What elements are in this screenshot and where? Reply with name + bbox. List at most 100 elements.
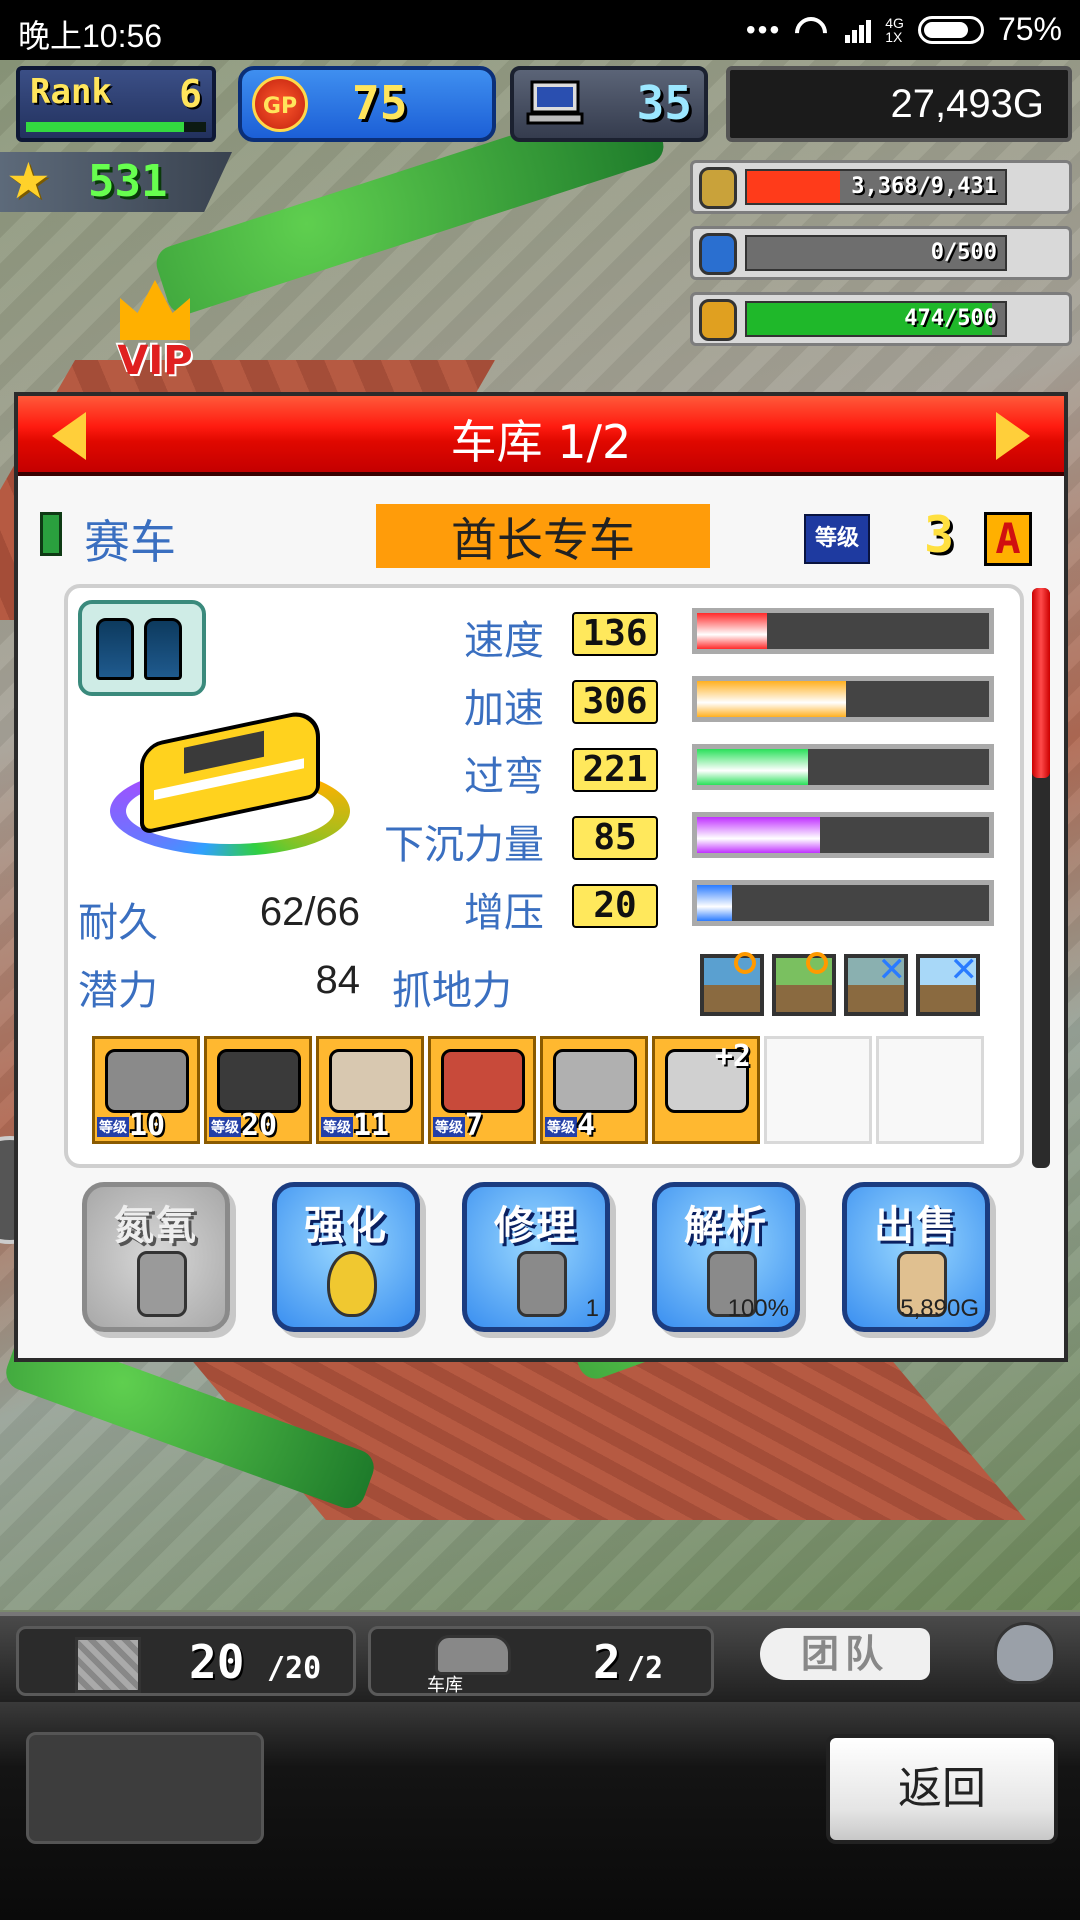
part-slot[interactable]: 等级 7 [428,1036,536,1144]
computer-icon [526,80,584,125]
action-button-2[interactable]: 修理 1 [462,1182,610,1332]
stat-bar [692,676,994,722]
resource-track: 474/500 [745,301,1007,337]
resource-text: 474/500 [904,306,997,331]
resource-text: 3,368/9,431 [851,174,997,199]
spoiler-icon [553,1049,637,1113]
golden-egg-icon [327,1251,377,1317]
bottom-bar: 20 /20 车库 2 /2 团队 [0,1612,1080,1706]
action-sub: 100% [727,1295,789,1322]
part-level: 7 [465,1108,484,1143]
part-slot[interactable]: 等级 11 [316,1036,424,1144]
part-slot[interactable]: +2 [652,1036,760,1144]
coin-stack-icon [699,167,737,209]
money-panel: 27,493G [726,66,1072,142]
resource-bar[interactable]: 0/500 [690,226,1072,280]
garage-count: 2 [593,1635,621,1689]
clock: 晚上10:56 [18,18,163,54]
action-sub: 5,890G [900,1295,979,1322]
stat-label: 增压 [464,890,544,936]
action-button-3[interactable]: 解析 100% [652,1182,800,1332]
part-slot[interactable]: 等级 4 [540,1036,648,1144]
part-level-tag: 等级 [433,1117,465,1137]
empty-part-slot[interactable] [764,1036,872,1144]
pc-value: 35 [636,76,692,130]
stat-label: 过弯 [464,754,544,800]
popularity-panel[interactable]: ★ 531 [0,152,232,212]
durability-value: 62/66 [259,890,360,934]
part-level: 20 [241,1108,278,1143]
team-button[interactable]: 团队 [760,1628,930,1680]
back-button[interactable]: 返回 [826,1734,1058,1844]
stat-value: 85 [572,816,658,860]
garage-counter[interactable]: 车库 2 /2 [368,1626,714,1696]
tire-icon [217,1049,301,1113]
resource-text: 0/500 [930,240,997,265]
durability-label: 耐久 [78,900,158,946]
signal-icon [845,17,872,43]
rank-progress-bar [26,122,206,132]
car-name[interactable]: 酋长专车 [376,504,710,568]
action-button-4[interactable]: 出售 5,890G [842,1182,990,1332]
nitro-bottle-icon [144,618,182,680]
car-grade: A [984,512,1032,566]
taxi-car-image [100,706,350,856]
star-icon: ★ [6,152,51,210]
action-label: 强化 [304,1203,388,1249]
action-label: 出售 [874,1203,958,1249]
pc-points-panel[interactable]: 35 [510,66,708,142]
action-button-1[interactable]: 强化 [272,1182,420,1332]
part-level-tag: 等级 [97,1117,129,1137]
garage-caption: 车库 [427,1675,463,1696]
part-level: 11 [353,1108,390,1143]
part-level: 10 [129,1108,166,1143]
stat-value: 306 [572,680,658,724]
action-sub: 1 [585,1295,599,1322]
wifi-icon [795,17,831,43]
stat-value: 20 [572,884,658,928]
potential-label: 潜力 [78,968,158,1014]
next-arrow-icon[interactable] [996,412,1030,460]
resource-bar[interactable]: 3,368/9,431 [690,160,1072,214]
car-class-label: 赛车 [84,515,176,569]
level-tag: 等级 [804,514,870,564]
part-level-tag: 等级 [545,1117,577,1137]
empty-part-slot[interactable] [876,1036,984,1144]
wheat-icon [699,299,737,341]
popularity-value: 531 [88,156,168,207]
fuel-bottle-icon [699,233,737,275]
resource-bar[interactable]: 474/500 [690,292,1072,346]
paved-road-icon [700,952,764,1016]
stat-bar [692,812,994,858]
rank-panel[interactable]: Rank 6 [16,66,216,142]
scrollbar[interactable] [1032,588,1050,1168]
staff-avatar-icon[interactable] [994,1622,1056,1684]
stat-value: 221 [572,748,658,792]
action-label: 氮氧 [114,1203,198,1249]
part-slot[interactable]: 等级 10 [92,1036,200,1144]
engine-icon [105,1049,189,1113]
vip-label: VIP [117,338,193,384]
part-slot[interactable]: 等级 20 [204,1036,312,1144]
storage-counter[interactable]: 20 /20 [16,1626,356,1696]
action-button-0[interactable]: 氮氧 [82,1182,230,1332]
stat-label: 加速 [464,686,544,732]
nitro-bottle-icon [96,618,134,680]
part-level-tag: 等级 [321,1117,353,1137]
garage-car-icon [435,1635,511,1675]
stat-bar [692,744,994,790]
status-bar: 晚上10:56 ••• 4G 1X 75% [0,0,1080,60]
storage-max: /20 [267,1651,322,1686]
vip-badge[interactable]: VIP [96,280,214,390]
stat-bar [692,880,994,926]
nitro-slots [78,600,206,696]
rank-value: 6 [179,72,202,116]
gp-panel[interactable]: GP 75 [238,66,496,142]
wrench-gear-icon [517,1251,567,1317]
dialog-header: 车库 1/2 [18,396,1064,476]
garage-max: /2 [627,1651,664,1686]
money-value: 27,493G [890,82,1044,126]
action-label: 解析 [684,1203,768,1249]
resource-track: 3,368/9,431 [745,169,1007,205]
storage-count: 20 [189,1635,245,1689]
